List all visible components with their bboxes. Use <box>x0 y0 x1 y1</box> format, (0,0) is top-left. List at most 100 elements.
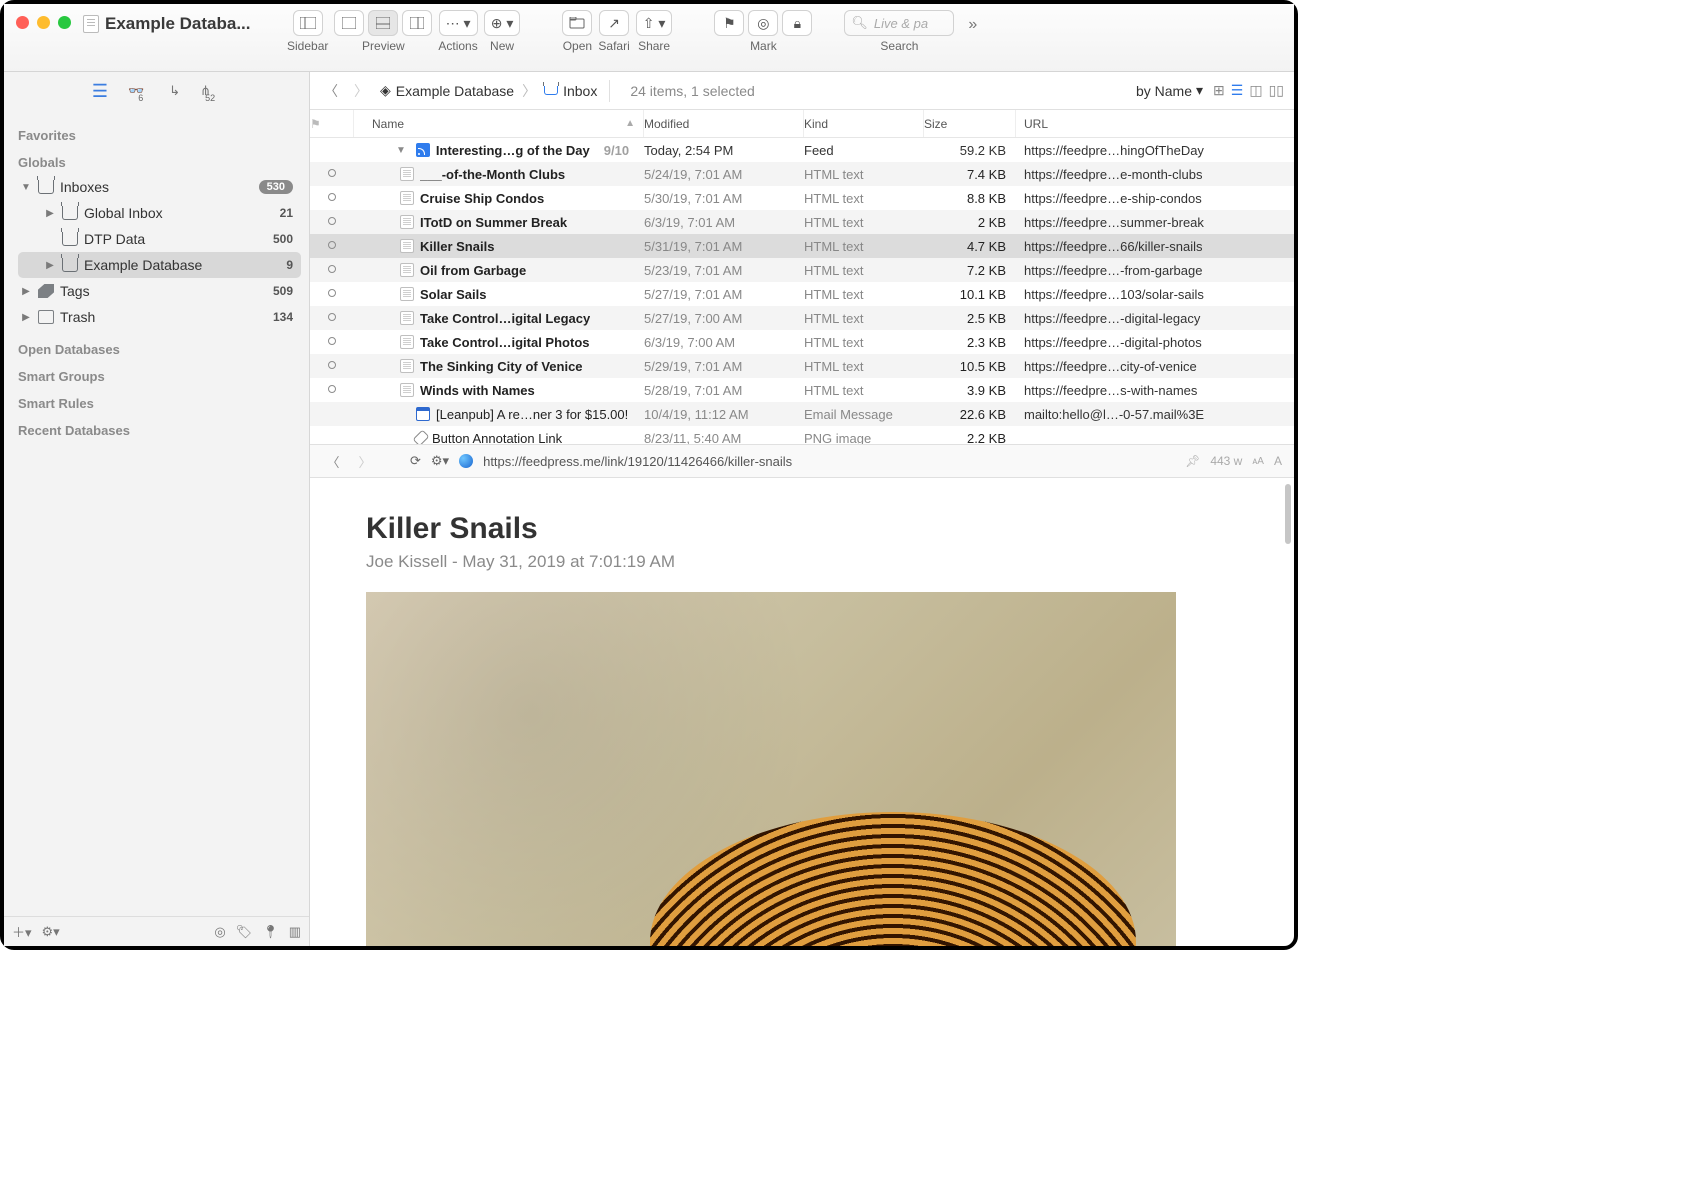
disclosure-triangle-icon[interactable]: ▶ <box>44 260 56 271</box>
sidebar-item-global-inbox[interactable]: ▶ Global Inbox 21 <box>18 200 301 226</box>
sidebar-item-trash[interactable]: ▶ Trash 134 <box>18 304 301 330</box>
column-name[interactable]: Name▲ <box>354 110 644 137</box>
disclosure-triangle-icon[interactable]: ▶ <box>44 208 56 219</box>
text-larger-icon[interactable]: A <box>1274 454 1282 468</box>
sidebar-heading-recent-databases[interactable]: Recent Databases <box>18 423 301 438</box>
row-name: Killer Snails <box>420 239 494 254</box>
zoom-window-button[interactable] <box>58 16 71 29</box>
disclosure-triangle-icon[interactable]: ▶ <box>20 286 32 297</box>
sidebar-import-icon[interactable]: ↳ <box>169 83 180 99</box>
text-smaller-icon[interactable]: ᴀA <box>1252 456 1264 467</box>
disclosure-triangle-icon[interactable]: ▼ <box>396 145 406 156</box>
row-kind: HTML text <box>804 215 924 230</box>
view-cover-icon[interactable]: ▯▯ <box>1269 82 1284 99</box>
table-row[interactable]: ITotD on Summer Break6/3/19, 7:01 AMHTML… <box>310 210 1294 234</box>
sidebar-item-tags[interactable]: ▶ Tags 509 <box>18 278 301 304</box>
item-list[interactable]: ▼ Interesting…g of the Day 9/10 Today, 2… <box>310 138 1294 444</box>
sidebar-item-example-database[interactable]: ▶ Example Database 9 <box>18 252 301 278</box>
sidebar-content: Favorites Globals ▼ Inboxes 530 ▶ Global… <box>4 110 309 916</box>
toolbar-safari: ↗ Safari <box>598 10 629 53</box>
html-file-icon <box>400 287 414 301</box>
column-modified[interactable]: Modified <box>644 110 804 137</box>
preview-url[interactable]: https://feedpress.me/link/19120/11426466… <box>483 454 1175 469</box>
minimize-window-button[interactable] <box>37 16 50 29</box>
table-row[interactable]: Take Control…igital Photos6/3/19, 7:00 A… <box>310 330 1294 354</box>
table-row[interactable]: Solar Sails5/27/19, 7:01 AMHTML text10.1… <box>310 282 1294 306</box>
new-menu-button[interactable]: ⊕ ▾ <box>484 10 521 36</box>
gear-menu-button[interactable]: ⚙︎▾ <box>42 924 60 940</box>
row-url: https://feedpre…city-of-venice <box>1016 359 1294 374</box>
toggle-sidebar-button[interactable] <box>293 10 323 36</box>
breadcrumb-database[interactable]: ◈ Example Database <box>380 82 514 99</box>
preview-forward-button[interactable]: 〉 <box>354 450 376 472</box>
sidebar-list-icon[interactable]: ☰ <box>92 81 108 102</box>
column-flag[interactable]: ⚑ <box>310 110 354 137</box>
lock-button[interactable]: 🔒︎ <box>782 10 812 36</box>
pin-icon[interactable]: 📍︎ <box>262 924 279 940</box>
gear-menu-button[interactable]: ⚙︎▾ <box>431 453 449 469</box>
preview-none-button[interactable] <box>334 10 364 36</box>
column-url[interactable]: URL <box>1016 110 1294 137</box>
sidebar-item-inboxes[interactable]: ▼ Inboxes 530 <box>18 174 301 200</box>
window-controls <box>16 16 71 29</box>
pin-icon[interactable]: 📌︎ <box>1185 454 1200 468</box>
table-row[interactable]: The Sinking City of Venice5/29/19, 7:01 … <box>310 354 1294 378</box>
view-grid-icon[interactable]: ⊞ <box>1213 82 1225 99</box>
actions-menu-button[interactable]: ⋯ ▾ <box>439 10 478 36</box>
document-icon <box>83 15 99 33</box>
sort-menu-button[interactable]: by Name▾ <box>1136 82 1203 99</box>
window-title-text: Example Databa... <box>105 14 251 34</box>
forward-button[interactable]: 〉 <box>350 80 372 102</box>
target-icon[interactable]: ◎ <box>214 924 225 940</box>
table-row[interactable]: Cruise Ship Condos5/30/19, 7:01 AMHTML t… <box>310 186 1294 210</box>
table-row[interactable]: Take Control…igital Legacy5/27/19, 7:00 … <box>310 306 1294 330</box>
search-input[interactable]: 🔍︎ Live & pa <box>844 10 954 36</box>
sidebar-item-dtp-data[interactable]: DTP Data 500 <box>18 226 301 252</box>
view-columns-icon[interactable]: ◫ <box>1249 82 1262 99</box>
sidebar-heading-globals[interactable]: Globals <box>18 155 301 170</box>
column-kind[interactable]: Kind <box>804 110 924 137</box>
tag-footer-icon[interactable]: 🏷︎ <box>236 924 253 940</box>
toolbar-overflow-button[interactable]: » <box>968 16 977 34</box>
table-row[interactable]: Button Annotation Link8/23/11, 5:40 AMPN… <box>310 426 1294 444</box>
preview-back-button[interactable]: 〈 <box>322 450 344 472</box>
view-list-icon[interactable]: ☰ <box>1231 82 1244 99</box>
table-row[interactable]: Oil from Garbage5/23/19, 7:01 AMHTML tex… <box>310 258 1294 282</box>
sidebar-heading-open-databases[interactable]: Open Databases <box>18 342 301 357</box>
close-window-button[interactable] <box>16 16 29 29</box>
preview-side-button[interactable] <box>402 10 432 36</box>
row-size: 7.2 KB <box>924 263 1016 278</box>
table-row[interactable]: ___-of-the-Month Clubs5/24/19, 7:01 AMHT… <box>310 162 1294 186</box>
open-button[interactable] <box>562 10 592 36</box>
disclosure-triangle-icon[interactable]: ▼ <box>20 182 32 193</box>
preview-pane[interactable]: Killer Snails Joe Kissell - May 31, 2019… <box>310 478 1294 946</box>
toolbar-new: ⊕ ▾ New <box>484 10 521 53</box>
unread-icon <box>328 337 336 345</box>
unread-button[interactable]: ◎ <box>748 10 778 36</box>
sidebar-heading-smart-groups[interactable]: Smart Groups <box>18 369 301 384</box>
sidebar-glasses-icon[interactable]: 👓6 <box>128 83 149 99</box>
disclosure-triangle-icon[interactable]: ▶ <box>20 312 32 323</box>
reload-button[interactable]: ⟳ <box>410 453 421 469</box>
sidebar-heading-favorites[interactable]: Favorites <box>18 128 301 143</box>
add-menu-button[interactable]: ＋▾ <box>12 922 32 941</box>
preview-bottom-button[interactable] <box>368 10 398 36</box>
flag-button[interactable]: ⚑ <box>714 10 744 36</box>
back-button[interactable]: 〈 <box>320 80 342 102</box>
share-button[interactable]: ⇧ ▾ <box>636 10 673 36</box>
breadcrumb-inbox[interactable]: Inbox <box>544 83 597 99</box>
column-size[interactable]: Size <box>924 110 1016 137</box>
details-icon[interactable]: ▥ <box>289 924 301 940</box>
row-modified: 5/27/19, 7:01 AM <box>644 287 804 302</box>
safari-button[interactable]: ↗ <box>599 10 629 36</box>
table-row[interactable]: [Leanpub] A re…ner 3 for $15.00!10/4/19,… <box>310 402 1294 426</box>
sidebar-heading-smart-rules[interactable]: Smart Rules <box>18 396 301 411</box>
group-row[interactable]: ▼ Interesting…g of the Day 9/10 Today, 2… <box>310 138 1294 162</box>
row-url: https://feedpre…e-month-clubs <box>1016 167 1294 182</box>
html-file-icon <box>400 335 414 349</box>
table-row[interactable]: Killer Snails5/31/19, 7:01 AMHTML text4.… <box>310 234 1294 258</box>
toolbar-share-label: Share <box>638 39 670 53</box>
sidebar-share-icon[interactable]: ⋔52 <box>200 83 221 99</box>
table-row[interactable]: Winds with Names5/28/19, 7:01 AMHTML tex… <box>310 378 1294 402</box>
scrollbar-icon[interactable] <box>1285 484 1291 544</box>
